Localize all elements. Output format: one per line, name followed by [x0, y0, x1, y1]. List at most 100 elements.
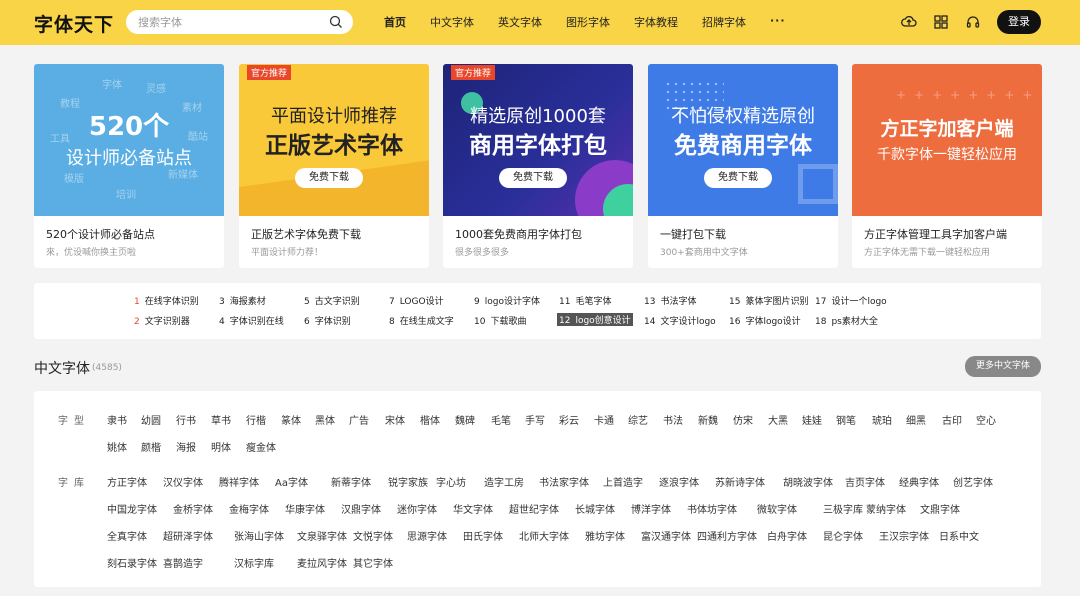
font-library-tag[interactable]: 逐浪字体 — [659, 474, 699, 489]
hot-keyword[interactable]: 5 古文字识别 — [304, 294, 360, 307]
hot-keyword[interactable]: 4 字体识别在线 — [219, 314, 284, 327]
font-type-tag[interactable]: 行楷 — [246, 412, 266, 427]
font-library-tag[interactable]: 苏新诗字体 — [715, 474, 765, 489]
font-type-tag[interactable]: 宋体 — [385, 412, 405, 427]
hot-keyword[interactable]: 13 书法字体 — [644, 294, 696, 307]
font-type-tag[interactable]: 海报 — [176, 439, 196, 454]
font-library-tag[interactable]: 张海山字体 — [234, 528, 284, 543]
font-library-tag[interactable]: 腾祥字体 — [219, 474, 259, 489]
hot-keyword[interactable]: 14 文字设计logo — [644, 314, 716, 327]
hot-keyword-highlighted[interactable]: 12 logo创意设计 — [557, 313, 633, 326]
nav-font-tutorials[interactable]: 字体教程 — [634, 14, 678, 30]
font-type-tag[interactable]: 书法 — [663, 412, 683, 427]
font-library-tag[interactable]: 富汉通字体 — [641, 528, 691, 543]
font-type-tag[interactable]: 黑体 — [315, 412, 335, 427]
font-library-tag[interactable]: 文鼎字体 — [920, 501, 960, 516]
font-library-tag[interactable]: 迷你字体 — [397, 501, 437, 516]
nav-more[interactable]: ··· — [770, 14, 786, 30]
font-library-tag[interactable]: 胡晓波字体 — [783, 474, 833, 489]
font-type-tag[interactable]: 隶书 — [107, 412, 127, 427]
font-type-tag[interactable]: 古印 — [942, 412, 962, 427]
font-type-tag[interactable]: 手写 — [525, 412, 545, 427]
font-library-tag[interactable]: 华康字体 — [285, 501, 325, 516]
font-library-tag[interactable]: 三极字库 — [823, 501, 863, 516]
font-library-tag[interactable]: 创艺字体 — [953, 474, 993, 489]
nav-english-fonts[interactable]: 英文字体 — [498, 14, 542, 30]
hot-keyword[interactable]: 6 字体识别 — [304, 314, 351, 327]
font-library-tag[interactable]: 雅坊字体 — [585, 528, 625, 543]
font-type-tag[interactable]: 广告 — [349, 412, 369, 427]
free-download-button[interactable]: 免费下载 — [499, 168, 567, 188]
grid-icon[interactable] — [933, 14, 949, 30]
banner-title[interactable]: 方正字体管理工具字加客户端 — [864, 226, 1007, 242]
font-library-tag[interactable]: 书体坊字体 — [687, 501, 737, 516]
font-library-tag[interactable]: 超世纪字体 — [509, 501, 559, 516]
banner-title[interactable]: 一键打包下载 — [660, 226, 726, 242]
banner-card-sites[interactable]: 字体 灵感 教程 素材 工具 酷站 模版 培训 新媒体 520个 设计师必备站点… — [34, 64, 224, 268]
font-library-tag[interactable]: 全真字体 — [107, 528, 147, 543]
font-type-tag[interactable]: 篆体 — [281, 412, 301, 427]
banner-card-commercial[interactable]: 不怕侵权精选原创 免费商用字体 免费下载 一键打包下载 300+套商用中文字体 — [648, 64, 838, 268]
font-library-tag[interactable]: 昆仑字体 — [823, 528, 863, 543]
nav-chinese-fonts[interactable]: 中文字体 — [430, 14, 474, 30]
font-library-tag[interactable]: 刻石录字体 — [107, 555, 157, 570]
font-library-tag[interactable]: 字心坊 — [436, 474, 466, 489]
font-library-tag[interactable]: 锐字家族 — [388, 474, 428, 489]
cloud-upload-icon[interactable] — [901, 14, 917, 30]
font-type-tag[interactable]: 明体 — [211, 439, 231, 454]
font-library-tag[interactable]: 思源字体 — [407, 528, 447, 543]
font-type-tag[interactable]: 卡通 — [594, 412, 614, 427]
free-download-button[interactable]: 免费下载 — [704, 168, 772, 188]
font-library-tag[interactable]: 文悦字体 — [353, 528, 393, 543]
font-library-tag[interactable]: 其它字体 — [353, 555, 393, 570]
site-logo[interactable]: 字体天下 — [34, 10, 114, 37]
nav-graphic-fonts[interactable]: 图形字体 — [566, 14, 610, 30]
search-icon[interactable] — [329, 15, 343, 29]
font-type-tag[interactable]: 楷体 — [420, 412, 440, 427]
hot-keyword[interactable]: 11 毛笔字体 — [559, 294, 611, 307]
font-type-tag[interactable]: 新魏 — [698, 412, 718, 427]
hot-keyword[interactable]: 2 文字识别器 — [134, 314, 190, 327]
font-library-tag[interactable]: 上首造字 — [603, 474, 643, 489]
font-library-tag[interactable]: 王汉宗字体 — [879, 528, 929, 543]
font-type-tag[interactable]: 娃娃 — [802, 412, 822, 427]
hot-keyword[interactable]: 16 字体logo设计 — [729, 314, 801, 327]
hot-keyword[interactable]: 10 下载歌曲 — [474, 314, 526, 327]
font-type-tag[interactable]: 空心 — [976, 412, 996, 427]
font-library-tag[interactable]: 田氏字体 — [463, 528, 503, 543]
font-type-tag[interactable]: 姚体 — [107, 439, 127, 454]
free-download-button[interactable]: 免费下载 — [295, 168, 363, 188]
banner-title[interactable]: 正版艺术字体免费下载 — [251, 226, 361, 242]
font-library-tag[interactable]: 金梅字体 — [229, 501, 269, 516]
font-type-tag[interactable]: 幼圆 — [141, 412, 161, 427]
font-type-tag[interactable]: 瘦金体 — [246, 439, 276, 454]
hot-keyword[interactable]: 8 在线生成文字 — [389, 314, 454, 327]
search-box[interactable] — [126, 10, 353, 34]
font-type-tag[interactable]: 魏碑 — [455, 412, 475, 427]
font-library-tag[interactable]: 白舟字体 — [767, 528, 807, 543]
banner-title[interactable]: 520个设计师必备站点 — [46, 226, 155, 242]
hot-keyword[interactable]: 9 logo设计字体 — [474, 294, 540, 307]
banner-card-client[interactable]: ++++++++++++ 方正字加客户端 千款字体一键轻松应用 方正字体管理工具… — [852, 64, 1042, 268]
nav-home[interactable]: 首页 — [384, 14, 406, 30]
font-library-tag[interactable]: 日系中文 — [939, 528, 979, 543]
font-type-tag[interactable]: 草书 — [211, 412, 231, 427]
font-type-tag[interactable]: 大黑 — [768, 412, 788, 427]
headset-icon[interactable] — [965, 14, 981, 30]
font-library-tag[interactable]: 文泉驿字体 — [297, 528, 347, 543]
nav-sign-fonts[interactable]: 招牌字体 — [702, 14, 746, 30]
font-library-tag[interactable]: 北师大字体 — [519, 528, 569, 543]
hot-keyword[interactable]: 1 在线字体识别 — [134, 294, 199, 307]
font-library-tag[interactable]: 经典字体 — [899, 474, 939, 489]
font-library-tag[interactable]: 汉鼎字体 — [341, 501, 381, 516]
font-library-tag[interactable]: 蒙纳字体 — [866, 501, 906, 516]
font-library-tag[interactable]: 金桥字体 — [173, 501, 213, 516]
font-type-tag[interactable]: 琥珀 — [872, 412, 892, 427]
font-type-tag[interactable]: 钢笔 — [836, 412, 856, 427]
font-library-tag[interactable]: Aa字体 — [275, 474, 308, 489]
banner-card-art-fonts[interactable]: 官方推荐 平面设计师推荐 正版艺术字体 免费下载 正版艺术字体免费下载 平面设计… — [239, 64, 429, 268]
font-type-tag[interactable]: 彩云 — [559, 412, 579, 427]
login-button[interactable]: 登录 — [997, 10, 1041, 34]
font-library-tag[interactable]: 超研泽字体 — [163, 528, 213, 543]
font-library-tag[interactable]: 喜鹊造字 — [163, 555, 203, 570]
